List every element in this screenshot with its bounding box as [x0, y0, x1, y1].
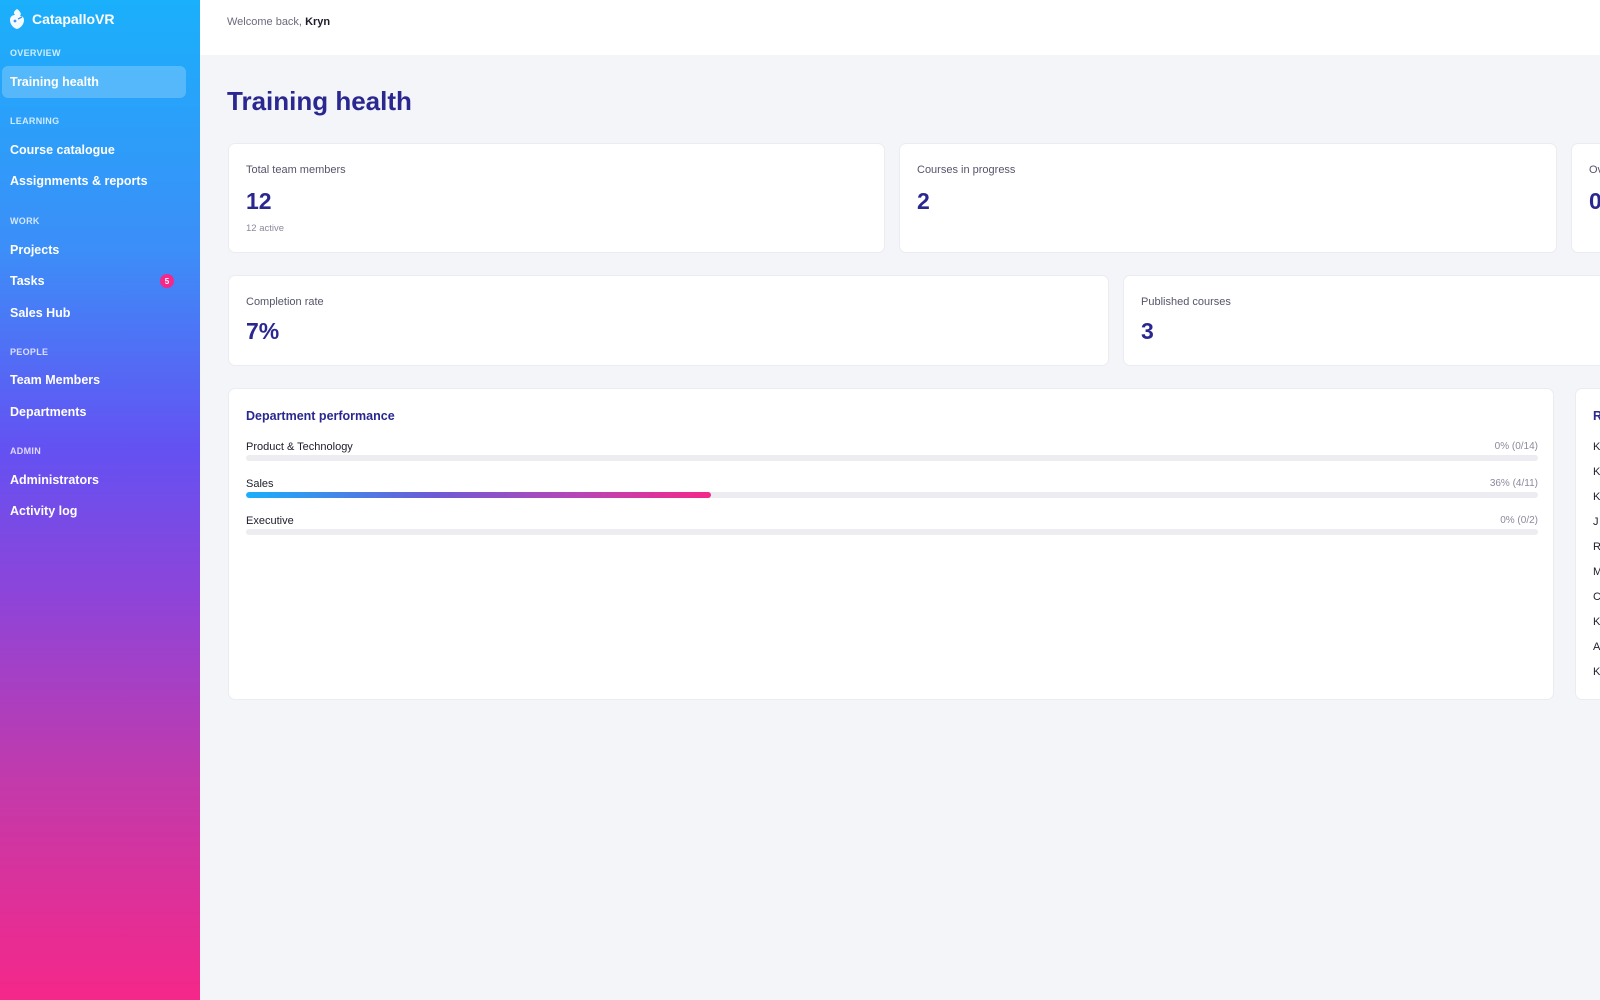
- nav-section-work: WORK: [10, 216, 40, 226]
- stat-value: 0: [1589, 188, 1600, 214]
- nav-section-overview: OVERVIEW: [10, 48, 61, 58]
- stat-value: 3: [1141, 318, 1154, 344]
- sidebar-item-administrators[interactable]: Administrators: [2, 464, 186, 496]
- stat-card-total-team-members: Total team members 12 12 active: [228, 143, 885, 253]
- stat-card-overdue: Ov 0: [1571, 143, 1600, 253]
- department-name: Sales: [246, 478, 274, 490]
- sidebar-item-label: Course catalogue: [10, 143, 115, 157]
- sidebar-item-assignments-reports[interactable]: Assignments & reports: [2, 165, 186, 197]
- list-item: M: [1593, 566, 1600, 578]
- sidebar-item-team-members[interactable]: Team Members: [2, 364, 186, 396]
- nav-section-learning: LEARNING: [10, 116, 60, 126]
- sidebar-item-activity-log[interactable]: Activity log: [2, 495, 186, 527]
- catapult-logo-icon: [8, 8, 26, 30]
- department-completion: 0% (0/2): [1500, 515, 1538, 526]
- department-completion: 0% (0/14): [1494, 441, 1538, 452]
- stat-value: 12: [246, 188, 272, 214]
- sidebar-item-label: Projects: [10, 243, 60, 257]
- topbar: Welcome back, Kryn: [200, 0, 1600, 55]
- sidebar-item-departments[interactable]: Departments: [2, 396, 186, 428]
- panel-title: Department performance: [246, 409, 395, 423]
- sidebar-item-label: Assignments & reports: [10, 174, 148, 188]
- panel-title: R: [1593, 409, 1600, 423]
- sidebar-item-label: Activity log: [10, 504, 78, 518]
- progress-track: [246, 529, 1538, 535]
- sidebar-item-tasks[interactable]: Tasks 5: [2, 265, 186, 297]
- user-name[interactable]: Kryn: [305, 16, 330, 28]
- welcome-prefix: Welcome back,: [227, 16, 302, 28]
- nav-section-people: PEOPLE: [10, 347, 49, 357]
- right-activity-panel: R K K K J R M C K A K: [1575, 388, 1600, 700]
- nav-section-admin: ADMIN: [10, 446, 41, 456]
- department-name: Product & Technology: [246, 441, 353, 453]
- app-name: CatapalloVR: [32, 11, 115, 27]
- brand[interactable]: CatapalloVR: [8, 8, 114, 30]
- list-item: C: [1593, 591, 1600, 603]
- department-row: Sales 36% (4/11): [246, 478, 1538, 508]
- stat-value: 2: [917, 188, 930, 214]
- sidebar-item-sales-hub[interactable]: Sales Hub: [2, 297, 186, 329]
- department-row: Executive 0% (0/2): [246, 515, 1538, 545]
- page-title: Training health: [227, 86, 412, 116]
- sidebar-item-label: Sales Hub: [10, 306, 71, 320]
- sidebar-item-training-health[interactable]: Training health: [2, 66, 186, 98]
- sidebar-item-label: Training health: [10, 75, 99, 89]
- department-completion: 36% (4/11): [1489, 478, 1538, 489]
- stat-card-completion-rate: Completion rate 7%: [228, 275, 1109, 366]
- stat-label: Ov: [1589, 164, 1600, 176]
- list-item: R: [1593, 541, 1600, 553]
- tasks-count-badge: 5: [160, 274, 174, 288]
- department-performance-panel: Department performance Product & Technol…: [228, 388, 1554, 700]
- sidebar-item-course-catalogue[interactable]: Course catalogue: [2, 134, 186, 166]
- stat-label: Completion rate: [246, 296, 324, 308]
- sidebar: CatapalloVR OVERVIEW Training health LEA…: [0, 0, 200, 1000]
- welcome-message: Welcome back, Kryn: [227, 16, 330, 28]
- list-item: J: [1593, 516, 1599, 528]
- progress-track: [246, 455, 1538, 461]
- list-item: K: [1593, 466, 1600, 478]
- sidebar-item-label: Administrators: [10, 473, 99, 487]
- stat-value: 7%: [246, 318, 280, 344]
- department-name: Executive: [246, 515, 294, 527]
- sidebar-item-projects[interactable]: Projects: [2, 234, 186, 266]
- sidebar-item-label: Departments: [10, 405, 87, 419]
- progress-fill: [246, 492, 712, 498]
- list-item: A: [1593, 641, 1600, 653]
- stat-label: Total team members: [246, 164, 346, 176]
- department-row: Product & Technology 0% (0/14): [246, 441, 1538, 471]
- list-item: K: [1593, 616, 1600, 628]
- sidebar-item-label: Tasks: [10, 274, 45, 288]
- stat-label: Courses in progress: [917, 164, 1016, 176]
- progress-track: [246, 492, 1538, 498]
- stat-card-published-courses: Published courses 3: [1123, 275, 1600, 366]
- stat-label: Published courses: [1141, 296, 1231, 308]
- sidebar-item-label: Team Members: [10, 373, 101, 387]
- stat-card-courses-in-progress: Courses in progress 2: [899, 143, 1557, 253]
- stat-subtext: 12 active: [246, 223, 285, 234]
- list-item: K: [1593, 491, 1600, 503]
- list-item: K: [1593, 441, 1600, 453]
- list-item: K: [1593, 666, 1600, 678]
